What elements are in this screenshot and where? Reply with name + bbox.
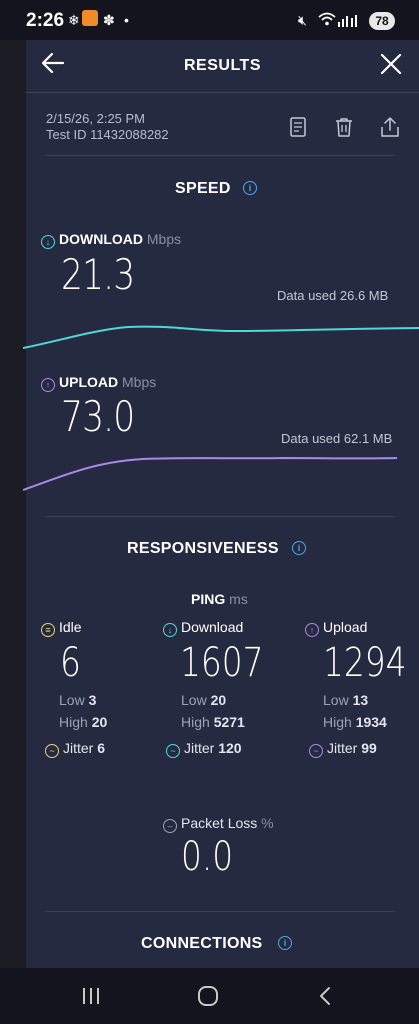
download-low-label: Low (181, 692, 207, 708)
notes-icon[interactable] (287, 116, 309, 138)
responsiveness-divider (46, 911, 394, 912)
responsiveness-title: RESPONSIVENESS (127, 540, 279, 557)
upload-jitter-value: 99 (361, 740, 377, 756)
idle-jitter-value: 6 (97, 740, 106, 756)
download-high-label: High (181, 714, 210, 730)
idle-low-value: 3 (88, 692, 97, 708)
page-title: RESULTS (184, 57, 261, 74)
upload-unit: Mbps (122, 374, 157, 390)
responsiveness-info-icon[interactable]: i (292, 541, 306, 555)
results-header: RESULTS (26, 40, 419, 92)
idle-icon: ≡ (41, 623, 55, 637)
upload-arrow-icon: ↑ (305, 623, 319, 637)
download-data-used: Data used 26.6 MB (277, 288, 389, 303)
ping-idle-header: ≡ Idle (41, 619, 82, 637)
download-speed-graph (23, 325, 419, 349)
header-divider (26, 92, 419, 93)
background-app-edge (0, 40, 26, 968)
system-nav-bar (0, 968, 419, 1024)
trash-icon[interactable] (333, 116, 355, 138)
upload-arrow-icon: ↑ (41, 378, 55, 392)
home-icon[interactable] (197, 985, 219, 1007)
idle-jitter: ~ Jitter 6 (45, 740, 105, 758)
flower-icon: ✽ (103, 12, 115, 28)
upload-low-label: Low (323, 692, 349, 708)
jitter-wave-icon: ~ (309, 744, 323, 758)
battery-indicator: 78 (369, 12, 395, 30)
signal-icon (338, 15, 357, 27)
ping-download-header: ↓ Download (163, 619, 243, 637)
ping-upload-label: Upload (323, 619, 368, 635)
ping-upload-header: ↑ Upload (305, 619, 367, 637)
app-notification-icon (82, 10, 98, 26)
snowflake-icon: ❄ (68, 12, 80, 28)
upload-label-text: UPLOAD (59, 374, 119, 390)
connections-title: CONNECTIONS (141, 935, 263, 952)
info-divider (46, 155, 394, 156)
close-icon[interactable] (379, 52, 403, 76)
upload-jitter: ~ Jitter 99 (309, 740, 377, 758)
download-speed-value: 21.3 (61, 250, 135, 299)
test-date: 2/15/26, 2:25 PM (46, 111, 146, 126)
ping-label-text: PING (191, 591, 226, 607)
idle-label: Idle (59, 619, 82, 635)
upload-ping-value: 1294 (323, 640, 407, 686)
idle-high: High 20 (59, 714, 107, 730)
download-ping-value: 1607 (180, 640, 264, 686)
ping-unit: ms (229, 591, 248, 607)
download-high-value: 5271 (213, 714, 245, 730)
speed-divider (46, 516, 394, 517)
idle-ping-value: 6 (60, 640, 81, 686)
upload-data-used: Data used 62.1 MB (281, 431, 393, 446)
download-arrow-icon: ↓ (41, 235, 55, 249)
connections-info-icon[interactable]: i (278, 936, 292, 950)
wifi-icon (318, 12, 336, 26)
speed-info-icon[interactable]: i (243, 181, 257, 195)
status-bar: 2:26 ❄ ✽ • 🔇︎ 78 (0, 0, 419, 40)
ping-download-label: Download (181, 619, 244, 635)
packet-loss-value: 0.0 (181, 834, 234, 880)
nav-back-icon[interactable] (316, 986, 334, 1006)
dot-icon: • (124, 12, 129, 28)
packet-loss-unit: % (261, 815, 274, 831)
ping-label: PING ms (191, 591, 248, 607)
download-unit: Mbps (146, 231, 182, 247)
packet-loss-header: – Packet Loss % (163, 815, 274, 833)
download-arrow-icon: ↓ (163, 623, 177, 637)
download-high: High 5271 (181, 714, 245, 730)
upload-high: High 1934 (323, 714, 387, 730)
test-id: Test ID 11432088282 (46, 127, 169, 142)
speed-title: SPEED (175, 180, 231, 197)
packet-loss-icon: – (163, 819, 177, 833)
idle-high-value: 20 (91, 714, 108, 730)
upload-low: Low 13 (323, 692, 368, 708)
recent-apps-icon[interactable] (80, 986, 102, 1006)
jitter-wave-icon: ~ (166, 744, 180, 758)
upload-jitter-label: Jitter (327, 740, 358, 756)
idle-jitter-label: Jitter (63, 740, 94, 756)
idle-high-label: High (59, 714, 88, 730)
download-jitter: ~ Jitter 120 (166, 740, 242, 758)
idle-low-label: Low (59, 692, 85, 708)
upload-low-value: 13 (352, 692, 369, 708)
upload-speed-graph (23, 456, 398, 491)
mute-icon: 🔇︎ (298, 12, 307, 28)
upload-speed-value: 73.0 (61, 392, 135, 441)
idle-low: Low 3 (59, 692, 96, 708)
download-low: Low 20 (181, 692, 226, 708)
jitter-wave-icon: ~ (45, 744, 59, 758)
download-jitter-value: 120 (218, 740, 242, 756)
upload-high-value: 1934 (355, 714, 387, 730)
share-icon[interactable] (379, 116, 401, 138)
download-label-text: DOWNLOAD (59, 231, 143, 247)
download-jitter-label: Jitter (184, 740, 215, 756)
upload-high-label: High (323, 714, 352, 730)
status-time: 2:26 (26, 10, 65, 31)
packet-loss-label: Packet Loss (181, 815, 258, 831)
upload-label: ↑ UPLOAD Mbps (41, 374, 156, 392)
download-label: ↓ DOWNLOAD Mbps (41, 231, 181, 249)
download-low-value: 20 (210, 692, 227, 708)
